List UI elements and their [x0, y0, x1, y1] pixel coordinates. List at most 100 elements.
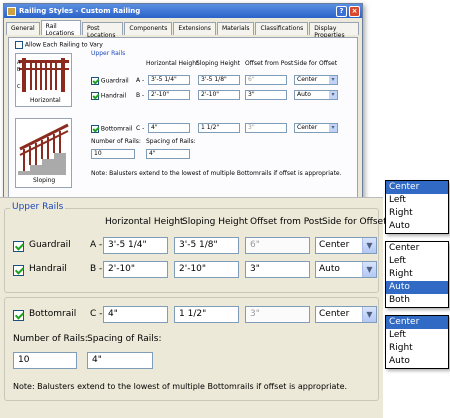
- bottomrail-label: Bottomrail: [29, 309, 77, 319]
- zoomed-rails-panel: Upper Rails Horizontal Height Sloping He…: [0, 197, 387, 418]
- bottomrail-horizontal-small[interactable]: 4": [148, 123, 190, 133]
- bottomrail-offset-small: 3": [245, 123, 287, 133]
- title-bar: Railing Styles - Custom Railing ? ×: [4, 4, 362, 18]
- dropdown-option-right[interactable]: Right: [386, 268, 448, 281]
- handrail-offset-input[interactable]: 3": [245, 261, 310, 278]
- handrail-sloping-input[interactable]: 2'-10": [174, 261, 239, 278]
- note-small: Note: Balusters extend to the lowest of …: [91, 170, 342, 177]
- num-rails-input[interactable]: 10: [13, 352, 77, 369]
- guardrail-letter-small: A -: [136, 77, 145, 84]
- bottomrail-row-small[interactable]: Bottomrail: [91, 125, 132, 133]
- dropdown-option-left[interactable]: Left: [386, 329, 448, 342]
- svg-text:B: B: [17, 67, 21, 73]
- side-dropdown-list-2: Center Left Right Auto Both: [385, 241, 449, 308]
- spacing-rails-label: Spacing of Rails:: [87, 334, 162, 344]
- chevron-down-icon[interactable]: ▼: [362, 238, 376, 253]
- bottomrail-side-select[interactable]: Center ▼: [315, 306, 377, 323]
- allow-vary-row[interactable]: Allow Each Railing to Vary: [15, 41, 103, 49]
- tab-rail-locations[interactable]: Rail Locations: [40, 20, 81, 37]
- guardrail-row-small[interactable]: Guardrail: [91, 77, 129, 85]
- guardrail-offset-small: 6": [245, 75, 287, 85]
- handrail-checkbox-small[interactable]: [91, 92, 99, 100]
- tab-post-locations[interactable]: Post Locations: [81, 22, 124, 39]
- bottomrail-sloping-input[interactable]: 1 1/2": [174, 306, 239, 323]
- handrail-sloping-small[interactable]: 2'-10": [198, 90, 240, 100]
- handrail-letter-small: B -: [136, 92, 145, 99]
- handrail-row-small[interactable]: Handrail: [91, 92, 126, 100]
- allow-vary-label: Allow Each Railing to Vary: [24, 41, 103, 49]
- bottomrail-horizontal-input[interactable]: 4": [103, 306, 168, 323]
- tab-materials[interactable]: Materials: [216, 22, 255, 35]
- guardrail-label: Guardrail: [29, 240, 71, 250]
- handrail-side-small[interactable]: Auto: [294, 90, 338, 100]
- side-dropdown-list-3: Center Left Right Auto: [385, 315, 449, 369]
- svg-text:A: A: [17, 60, 21, 66]
- bottomrail-letter: C -: [90, 309, 103, 319]
- dropdown-option-auto[interactable]: Auto: [386, 220, 448, 233]
- tab-extensions[interactable]: Extensions: [173, 22, 216, 35]
- dropdown-option-left[interactable]: Left: [386, 194, 448, 207]
- side-header-small: Side for Offset: [294, 60, 338, 67]
- offset-header: Offset from Post: [250, 217, 323, 227]
- side-offset-header: Side for Offset: [322, 217, 387, 227]
- dropdown-option-center[interactable]: Center: [386, 316, 448, 329]
- bottomrail-sloping-small[interactable]: 1 1/2": [198, 123, 240, 133]
- tab-display-properties[interactable]: Display Properties: [309, 22, 360, 39]
- dropdown-option-center[interactable]: Center: [386, 181, 448, 194]
- dropdown-option-both[interactable]: Both: [386, 294, 448, 307]
- handrail-label-small: Handrail: [100, 92, 127, 100]
- guardrail-sloping-small[interactable]: 3'-5 1/8": [198, 75, 240, 85]
- side-dropdown-list-1: Center Left Right Auto: [385, 180, 449, 234]
- tab-general[interactable]: General: [6, 22, 40, 35]
- help-button[interactable]: ?: [336, 5, 347, 17]
- dropdown-option-right[interactable]: Right: [386, 207, 448, 220]
- bottomrail-side-small[interactable]: Center: [294, 123, 338, 133]
- sloping-caption: Sloping: [33, 177, 56, 184]
- guardrail-checkbox[interactable]: [13, 241, 24, 252]
- bottomrail-checkbox[interactable]: [13, 310, 24, 321]
- tab-components[interactable]: Components: [124, 22, 173, 35]
- tab-classifications[interactable]: Classifications: [255, 22, 309, 35]
- bottomrail-offset-input: 3": [245, 306, 310, 323]
- guardrail-side-small[interactable]: Center: [294, 75, 338, 85]
- guardrail-offset-input: 6": [245, 237, 310, 254]
- handrail-side-select[interactable]: Auto ▼: [315, 261, 377, 278]
- handrail-horizontal-small[interactable]: 2'-10": [148, 90, 190, 100]
- upper-rails-label: Upper Rails: [10, 202, 66, 212]
- dropdown-option-auto[interactable]: Auto: [386, 281, 448, 294]
- dropdown-option-auto[interactable]: Auto: [386, 355, 448, 368]
- bottomrail-side-value: Center: [319, 309, 350, 319]
- spacing-input-small[interactable]: 4": [146, 149, 190, 159]
- guardrail-horizontal-input[interactable]: 3'-5 1/4": [103, 237, 168, 254]
- guardrail-label-small: Guardrail: [100, 77, 129, 85]
- horizontal-height-header: Horizontal Height: [105, 217, 184, 227]
- num-rails-label-small: Number of Rails:: [91, 138, 141, 145]
- bottomrail-letter-small: C -: [136, 125, 145, 132]
- handrail-checkbox[interactable]: [13, 265, 24, 276]
- handrail-horizontal-input[interactable]: 2'-10": [103, 261, 168, 278]
- guardrail-checkbox-small[interactable]: [91, 77, 99, 85]
- dropdown-option-center[interactable]: Center: [386, 242, 448, 255]
- dropdown-option-right[interactable]: Right: [386, 342, 448, 355]
- handrail-offset-small[interactable]: 3": [245, 90, 287, 100]
- allow-vary-checkbox[interactable]: [15, 41, 23, 49]
- horizontal-railing-thumbnail: AB C Horizontal: [15, 53, 72, 107]
- chevron-down-icon[interactable]: ▼: [362, 262, 376, 277]
- guardrail-horizontal-small[interactable]: 3'-5 1/4": [148, 75, 190, 85]
- bottomrail-label-small: Bottomrail: [100, 125, 133, 133]
- dropdown-option-left[interactable]: Left: [386, 255, 448, 268]
- guardrail-side-select[interactable]: Center ▼: [315, 237, 377, 254]
- spacing-rails-input[interactable]: 4": [87, 352, 153, 369]
- chevron-down-icon[interactable]: ▼: [362, 307, 376, 322]
- bottomrail-checkbox-small[interactable]: [91, 125, 99, 133]
- close-button[interactable]: ×: [349, 5, 360, 17]
- window-title: Railing Styles - Custom Railing: [19, 7, 141, 15]
- app-icon: [7, 6, 16, 16]
- svg-text:C: C: [17, 84, 21, 90]
- handrail-side-value: Auto: [319, 264, 340, 274]
- balusters-note: Note: Balusters extend to the lowest of …: [13, 382, 348, 391]
- sloping-railing-thumbnail: Sloping: [15, 118, 72, 188]
- sloping-header-small: Sloping Height: [196, 60, 240, 67]
- guardrail-sloping-input[interactable]: 3'-5 1/8": [174, 237, 239, 254]
- num-rails-input-small[interactable]: 10: [91, 149, 135, 159]
